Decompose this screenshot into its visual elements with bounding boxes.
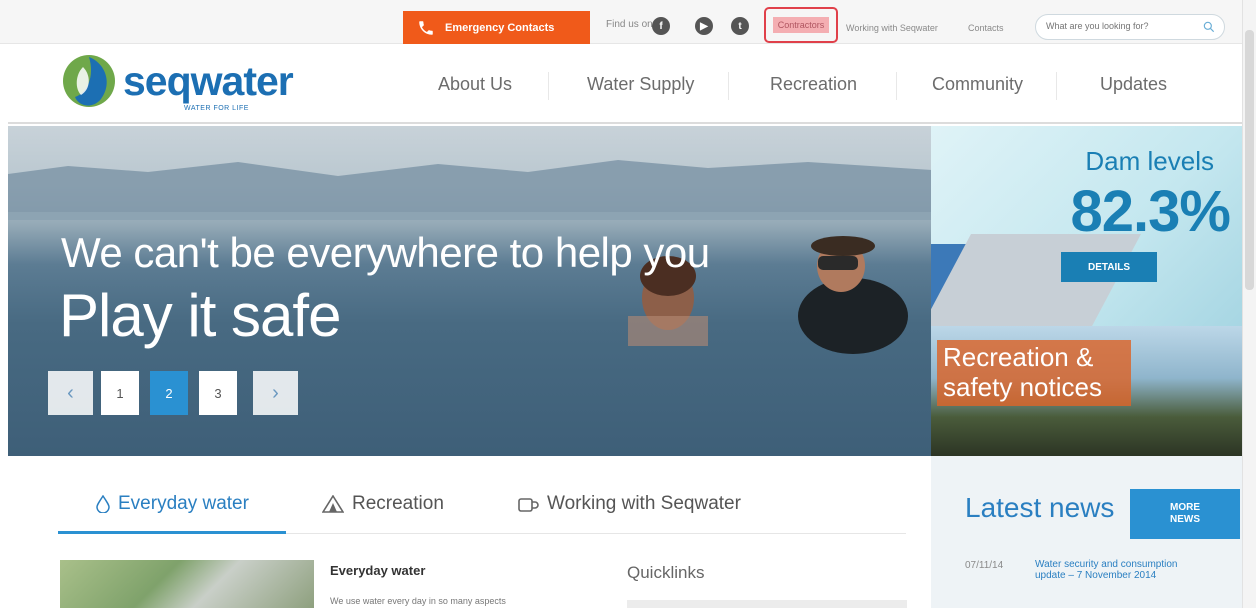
quicklinks-heading: Quicklinks [627, 563, 705, 582]
carousel-prev-button[interactable]: ‹ [48, 371, 93, 415]
working-with-seqwater-link[interactable]: Working with Seqwater [846, 23, 938, 33]
facebook-icon[interactable]: f [652, 17, 670, 35]
content-text: We use water every day in so many aspect… [330, 596, 506, 606]
contractors-link[interactable]: Contractors [764, 7, 838, 43]
nav-community[interactable]: Community [932, 44, 1023, 124]
everyday-water-image[interactable] [60, 560, 314, 608]
find-us-label: Find us on [606, 19, 653, 30]
dam-levels-card[interactable]: Dam levels 82.3% DETAILS [931, 126, 1242, 326]
nav-water-supply[interactable]: Water Supply [587, 44, 694, 124]
tent-icon [322, 495, 344, 513]
more-news-button[interactable]: MORE NEWS [1130, 489, 1240, 539]
brand-tagline: WATER FOR LIFE [184, 105, 249, 112]
brand-name: seqwater [123, 58, 294, 104]
seqwater-logo[interactable]: seqwater WATER FOR LIFE [61, 53, 294, 112]
recreation-line-2: safety notices [943, 372, 1102, 402]
nav-about-us[interactable]: About Us [438, 44, 512, 124]
twitter-icon[interactable]: t [731, 17, 749, 35]
nav-recreation[interactable]: Recreation [770, 44, 857, 124]
emergency-contacts-label: Emergency Contacts [445, 21, 555, 34]
active-tab-indicator [58, 531, 286, 534]
nav-divider [548, 72, 549, 100]
recreation-notices-card[interactable]: Recreation & safety notices [931, 326, 1242, 456]
utility-bar: Emergency Contacts Find us on f ▶ t Cont… [0, 0, 1256, 44]
nav-divider [728, 72, 729, 100]
tab-working-with-seqwater-label: Working with Seqwater [547, 493, 741, 514]
coffee-cup-icon [518, 498, 539, 512]
carousel-page-1[interactable]: 1 [101, 371, 139, 415]
content-title: Everyday water [330, 563, 426, 578]
contacts-link[interactable]: Contacts [968, 23, 1004, 33]
news-item-date: 07/11/14 [965, 560, 1004, 571]
nav-divider [896, 72, 897, 100]
recreation-notices-label: Recreation & safety notices [937, 340, 1131, 406]
tab-recreation[interactable]: Recreation [322, 493, 444, 515]
chevron-right-icon: › [272, 381, 279, 404]
carousel-next-button[interactable]: › [253, 371, 298, 415]
droplet-icon [96, 495, 110, 513]
nav-divider [1056, 72, 1057, 100]
nav-updates[interactable]: Updates [1100, 44, 1167, 124]
recreation-line-1: Recreation & [943, 342, 1094, 372]
logo-droplet-icon [63, 55, 115, 107]
dam-details-button[interactable]: DETAILS [1061, 252, 1157, 282]
carousel-page-3[interactable]: 3 [199, 371, 237, 415]
emergency-contacts-button[interactable]: Emergency Contacts [403, 11, 590, 44]
tab-working-with-seqwater[interactable]: Working with Seqwater [517, 493, 741, 515]
quicklinks-item[interactable] [627, 600, 907, 608]
hero-carousel: We can't be everywhere to help you Play … [8, 126, 932, 456]
tab-everyday-water[interactable]: Everyday water [96, 493, 249, 515]
hero-headline: We can't be everywhere to help you [61, 229, 710, 276]
search-box [1035, 14, 1225, 40]
news-item-link[interactable]: Water security and consumption update – … [1035, 559, 1205, 581]
phone-icon [419, 20, 433, 35]
dam-levels-value: 82.3% [1070, 179, 1231, 244]
search-icon[interactable] [1202, 20, 1216, 34]
site-header: seqwater WATER FOR LIFE About Us Water S… [8, 44, 1242, 124]
page: Emergency Contacts Find us on f ▶ t Cont… [0, 0, 1256, 608]
tab-everyday-water-label: Everyday water [118, 493, 249, 514]
chevron-left-icon: ‹ [67, 381, 74, 404]
hero-subheadline: Play it safe [59, 282, 341, 349]
carousel-page-2[interactable]: 2 [150, 371, 188, 415]
search-input[interactable] [1046, 21, 1196, 31]
page-scrollbar[interactable] [1242, 0, 1256, 608]
youtube-icon[interactable]: ▶ [695, 17, 713, 35]
more-news-line-1: MORE [1170, 502, 1200, 513]
scrollbar-thumb[interactable] [1245, 30, 1254, 290]
latest-news-heading: Latest news [965, 492, 1115, 523]
more-news-line-2: NEWS [1170, 514, 1200, 525]
contractors-label: Contractors [772, 17, 830, 33]
tab-recreation-label: Recreation [352, 493, 444, 514]
dam-levels-label: Dam levels [1085, 146, 1214, 176]
